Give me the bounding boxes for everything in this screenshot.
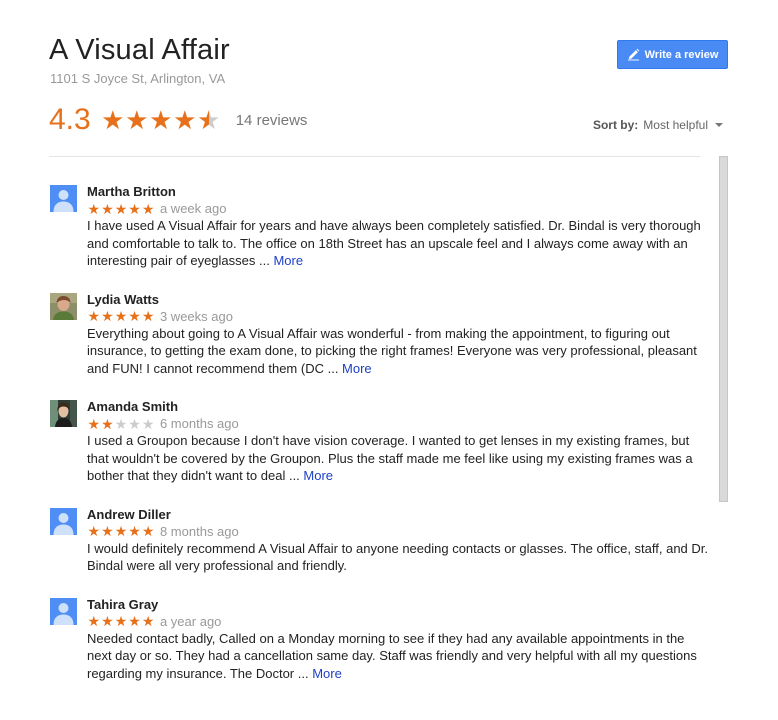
review-count[interactable]: 14 reviews: [236, 112, 308, 129]
star-filled-icon: ★: [101, 308, 114, 324]
sort-dropdown[interactable]: Sort by: Most helpful: [593, 118, 723, 132]
star-filled-icon: ★: [141, 523, 155, 539]
reviewer-name[interactable]: Lydia Watts: [87, 291, 709, 309]
star-filled-icon: ★: [141, 613, 155, 629]
star-filled-icon: ★: [87, 415, 101, 432]
star-filled-icon: ★: [87, 613, 101, 629]
star-filled-icon: ★: [114, 523, 128, 539]
avatar[interactable]: [50, 292, 77, 320]
star-filled-icon: ★: [128, 613, 141, 629]
review-body: I would definitely recommend A Visual Af…: [87, 540, 709, 574]
review-date: 8 months ago: [159, 523, 239, 539]
default-avatar-icon: [50, 185, 77, 212]
avatar[interactable]: [50, 507, 77, 535]
review-item: Lydia Watts ★ ★ ★ ★ ★ 3 weeks ago Everything…: [49, 291, 709, 378]
rating-summary: 4.3 ★ ★ ★ ★ ★ 14 reviews: [49, 100, 307, 140]
reviewer-name[interactable]: Amanda Smith: [87, 398, 709, 416]
star-filled-icon: ★: [101, 415, 114, 432]
scrollbar-thumb[interactable]: [719, 156, 728, 502]
review-stars: ★ ★ ★ ★ ★: [87, 524, 155, 538]
default-avatar-icon: [50, 507, 77, 535]
reviewer-name[interactable]: Tahira Gray: [87, 596, 709, 614]
review-item: Amanda Smith ★ ★ ★ ★ ★ 6 months ago I used a…: [49, 398, 709, 485]
more-link[interactable]: More: [303, 468, 333, 483]
review-item: Tahira Gray ★ ★ ★ ★ ★ a year ago Needed cont…: [49, 596, 709, 683]
review-item: Andrew Diller ★ ★ ★ ★ ★ 8 months ago I would…: [49, 506, 709, 575]
star-filled-icon: ★: [128, 523, 141, 539]
avatar[interactable]: [50, 185, 77, 212]
star-filled-icon: ★: [101, 613, 114, 629]
review-item: Martha Britton ★ ★ ★ ★ ★ a week ago I have u…: [49, 183, 709, 270]
review-body: Everything about going to A Visual Affai…: [87, 325, 697, 376]
more-link[interactable]: More: [312, 666, 342, 681]
review-body: Needed contact badly, Called on a Monday…: [87, 630, 697, 681]
star-icon: ★: [101, 105, 125, 135]
business-address: 1101 S Joyce St, Arlington, VA: [50, 71, 226, 86]
star-filled-icon: ★: [141, 200, 155, 217]
review-text: I would definitely recommend A Visual Af…: [87, 540, 709, 575]
star-empty-icon: ★: [114, 415, 128, 432]
average-rating: 4.3: [49, 103, 91, 136]
star-filled-icon: ★: [114, 200, 128, 217]
star-filled-icon: ★: [128, 308, 141, 324]
star-filled-icon: ★: [87, 523, 101, 539]
star-filled-icon: ★: [114, 308, 128, 324]
star-empty-icon: ★: [141, 415, 155, 432]
review-stars: ★ ★ ★ ★ ★: [87, 417, 155, 431]
star-filled-icon: ★: [101, 523, 114, 539]
star-filled-icon: ★: [141, 308, 155, 324]
divider: [49, 156, 700, 157]
avatar[interactable]: [50, 597, 77, 625]
review-date: 6 months ago: [159, 416, 239, 431]
review-text: I have used A Visual Affair for years an…: [87, 217, 709, 270]
review-meta: ★ ★ ★ ★ ★ 8 months ago: [87, 524, 709, 539]
star-icon: ★: [149, 105, 173, 135]
write-review-button[interactable]: Write a review: [617, 40, 728, 69]
pencil-icon: [627, 48, 640, 61]
business-name: A Visual Affair: [49, 34, 230, 66]
photo-avatar-icon: [50, 400, 77, 427]
star-filled-icon: ★: [87, 308, 101, 324]
write-review-label: Write a review: [644, 48, 719, 61]
review-list: Martha Britton ★ ★ ★ ★ ★ a week ago I have u…: [49, 182, 709, 703]
review-text: Everything about going to A Visual Affai…: [87, 325, 709, 378]
default-avatar-icon: [50, 597, 77, 625]
star-empty-icon: ★: [128, 415, 141, 432]
review-text: Needed contact badly, Called on a Monday…: [87, 630, 709, 683]
review-body: I have used A Visual Affair for years an…: [87, 218, 701, 268]
review-meta: ★ ★ ★ ★ ★ a year ago: [87, 614, 709, 629]
review-stars: ★ ★ ★ ★ ★: [87, 202, 155, 216]
chevron-down-icon: [715, 123, 723, 127]
review-text: I used a Groupon because I don't have vi…: [87, 432, 709, 485]
star-filled-icon: ★: [87, 200, 101, 217]
sort-label: Sort by:: [592, 118, 639, 132]
star-filled-icon: ★: [101, 200, 114, 217]
star-icon: ★: [125, 105, 149, 135]
review-meta: ★ ★ ★ ★ ★ 3 weeks ago: [87, 309, 709, 324]
reviewer-name[interactable]: Andrew Diller: [87, 506, 709, 524]
review-meta: ★ ★ ★ ★ ★ 6 months ago: [87, 416, 709, 431]
review-body: I used a Groupon because I don't have vi…: [87, 433, 693, 483]
review-stars: ★ ★ ★ ★ ★: [87, 309, 155, 323]
review-date: a year ago: [159, 613, 222, 629]
avatar[interactable]: [50, 400, 77, 427]
star-filled-icon: ★: [128, 200, 141, 217]
review-date: a week ago: [159, 201, 227, 216]
photo-avatar-icon: [50, 292, 77, 320]
more-link[interactable]: More: [273, 253, 303, 268]
more-link[interactable]: More: [342, 361, 372, 376]
review-meta: ★ ★ ★ ★ ★ a week ago: [87, 201, 709, 216]
star-icon: ★: [173, 105, 197, 135]
sort-value: Most helpful: [643, 118, 708, 132]
reviews-panel: A Visual Affair 1101 S Joyce St, Arlingt…: [0, 0, 778, 720]
review-date: 3 weeks ago: [159, 308, 233, 324]
star-filled-icon: ★: [114, 613, 128, 629]
half-star-icon: ★: [197, 105, 221, 135]
average-star-rating: ★ ★ ★ ★ ★: [101, 107, 221, 133]
reviewer-name[interactable]: Martha Britton: [87, 183, 709, 201]
review-stars: ★ ★ ★ ★ ★: [87, 614, 155, 628]
